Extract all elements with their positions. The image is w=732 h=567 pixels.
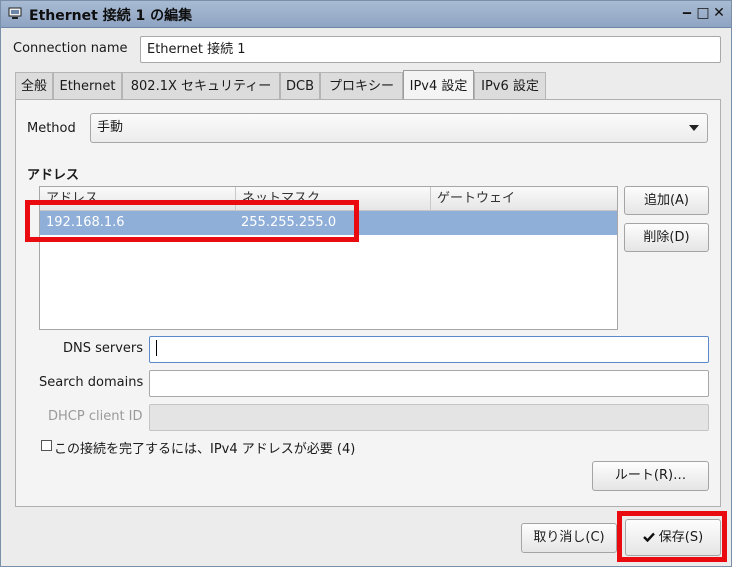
tab-ipv6-settings[interactable]: IPv6 設定 <box>474 72 546 99</box>
require-ipv4-checkbox[interactable] <box>41 440 52 451</box>
chevron-down-icon <box>689 125 699 131</box>
cell-gateway[interactable] <box>430 211 436 235</box>
save-button[interactable]: 保存(S) <box>625 519 721 556</box>
column-header-address[interactable]: アドレス <box>40 187 236 210</box>
dns-servers-label: DNS servers <box>63 341 144 356</box>
table-row[interactable]: 192.168.1.6 255.255.255.0 <box>40 211 617 235</box>
addresses-section-title: アドレス <box>27 168 80 183</box>
network-icon <box>8 7 22 19</box>
text-cursor <box>156 339 157 356</box>
edit-connection-dialog: Ethernet 接続 1 の編集 ‒ □ ✕ Connection name … <box>0 0 732 567</box>
minimize-icon[interactable]: ‒ <box>680 6 694 20</box>
save-button-label: 保存(S) <box>658 530 704 545</box>
tab-dcb[interactable]: DCB <box>280 72 320 99</box>
column-header-netmask[interactable]: ネットマスク <box>236 187 431 210</box>
checkmark-icon <box>642 532 655 542</box>
maximize-icon[interactable]: □ <box>696 6 710 20</box>
search-domains-label: Search domains <box>39 375 144 390</box>
connection-name-label: Connection name <box>13 41 128 56</box>
dhcp-client-id-label: DHCP client ID <box>48 409 143 424</box>
connection-name-input[interactable]: Ethernet 接続 1 <box>140 36 721 63</box>
routes-button[interactable]: ルート(R)… <box>592 461 709 491</box>
tab-8021x-security[interactable]: 802.1X セキュリティー <box>122 72 280 99</box>
search-domains-input[interactable] <box>149 370 709 397</box>
method-label: Method <box>27 121 76 136</box>
tab-ipv4-settings[interactable]: IPv4 設定 <box>403 70 474 99</box>
cancel-button[interactable]: 取り消し(C) <box>521 523 617 553</box>
title-bar: Ethernet 接続 1 の編集 ‒ □ ✕ <box>1 1 731 28</box>
method-dropdown[interactable]: 手動 <box>90 113 708 143</box>
table-header: アドレス ネットマスク ゲートウェイ <box>40 187 617 211</box>
method-value: 手動 <box>97 120 124 135</box>
cell-netmask[interactable]: 255.255.255.0 <box>235 211 336 235</box>
window-title: Ethernet 接続 1 の編集 <box>29 8 193 24</box>
tab-ethernet[interactable]: Ethernet <box>53 72 122 99</box>
addresses-table[interactable]: アドレス ネットマスク ゲートウェイ 192.168.1.6 255.255.2… <box>39 186 618 330</box>
close-icon[interactable]: ✕ <box>712 6 726 20</box>
cell-address[interactable]: 192.168.1.6 <box>40 211 125 235</box>
delete-address-button[interactable]: 削除(D) <box>624 223 709 252</box>
tab-proxy[interactable]: プロキシー <box>320 72 403 99</box>
column-header-gateway[interactable]: ゲートウェイ <box>431 187 617 210</box>
add-address-button[interactable]: 追加(A) <box>624 186 709 215</box>
dns-servers-input[interactable] <box>149 336 709 363</box>
dhcp-client-id-input <box>149 404 709 431</box>
tab-general[interactable]: 全般 <box>15 72 53 99</box>
require-ipv4-label[interactable]: この接続を完了するには、IPv4 アドレスが必要 (4) <box>54 438 355 457</box>
